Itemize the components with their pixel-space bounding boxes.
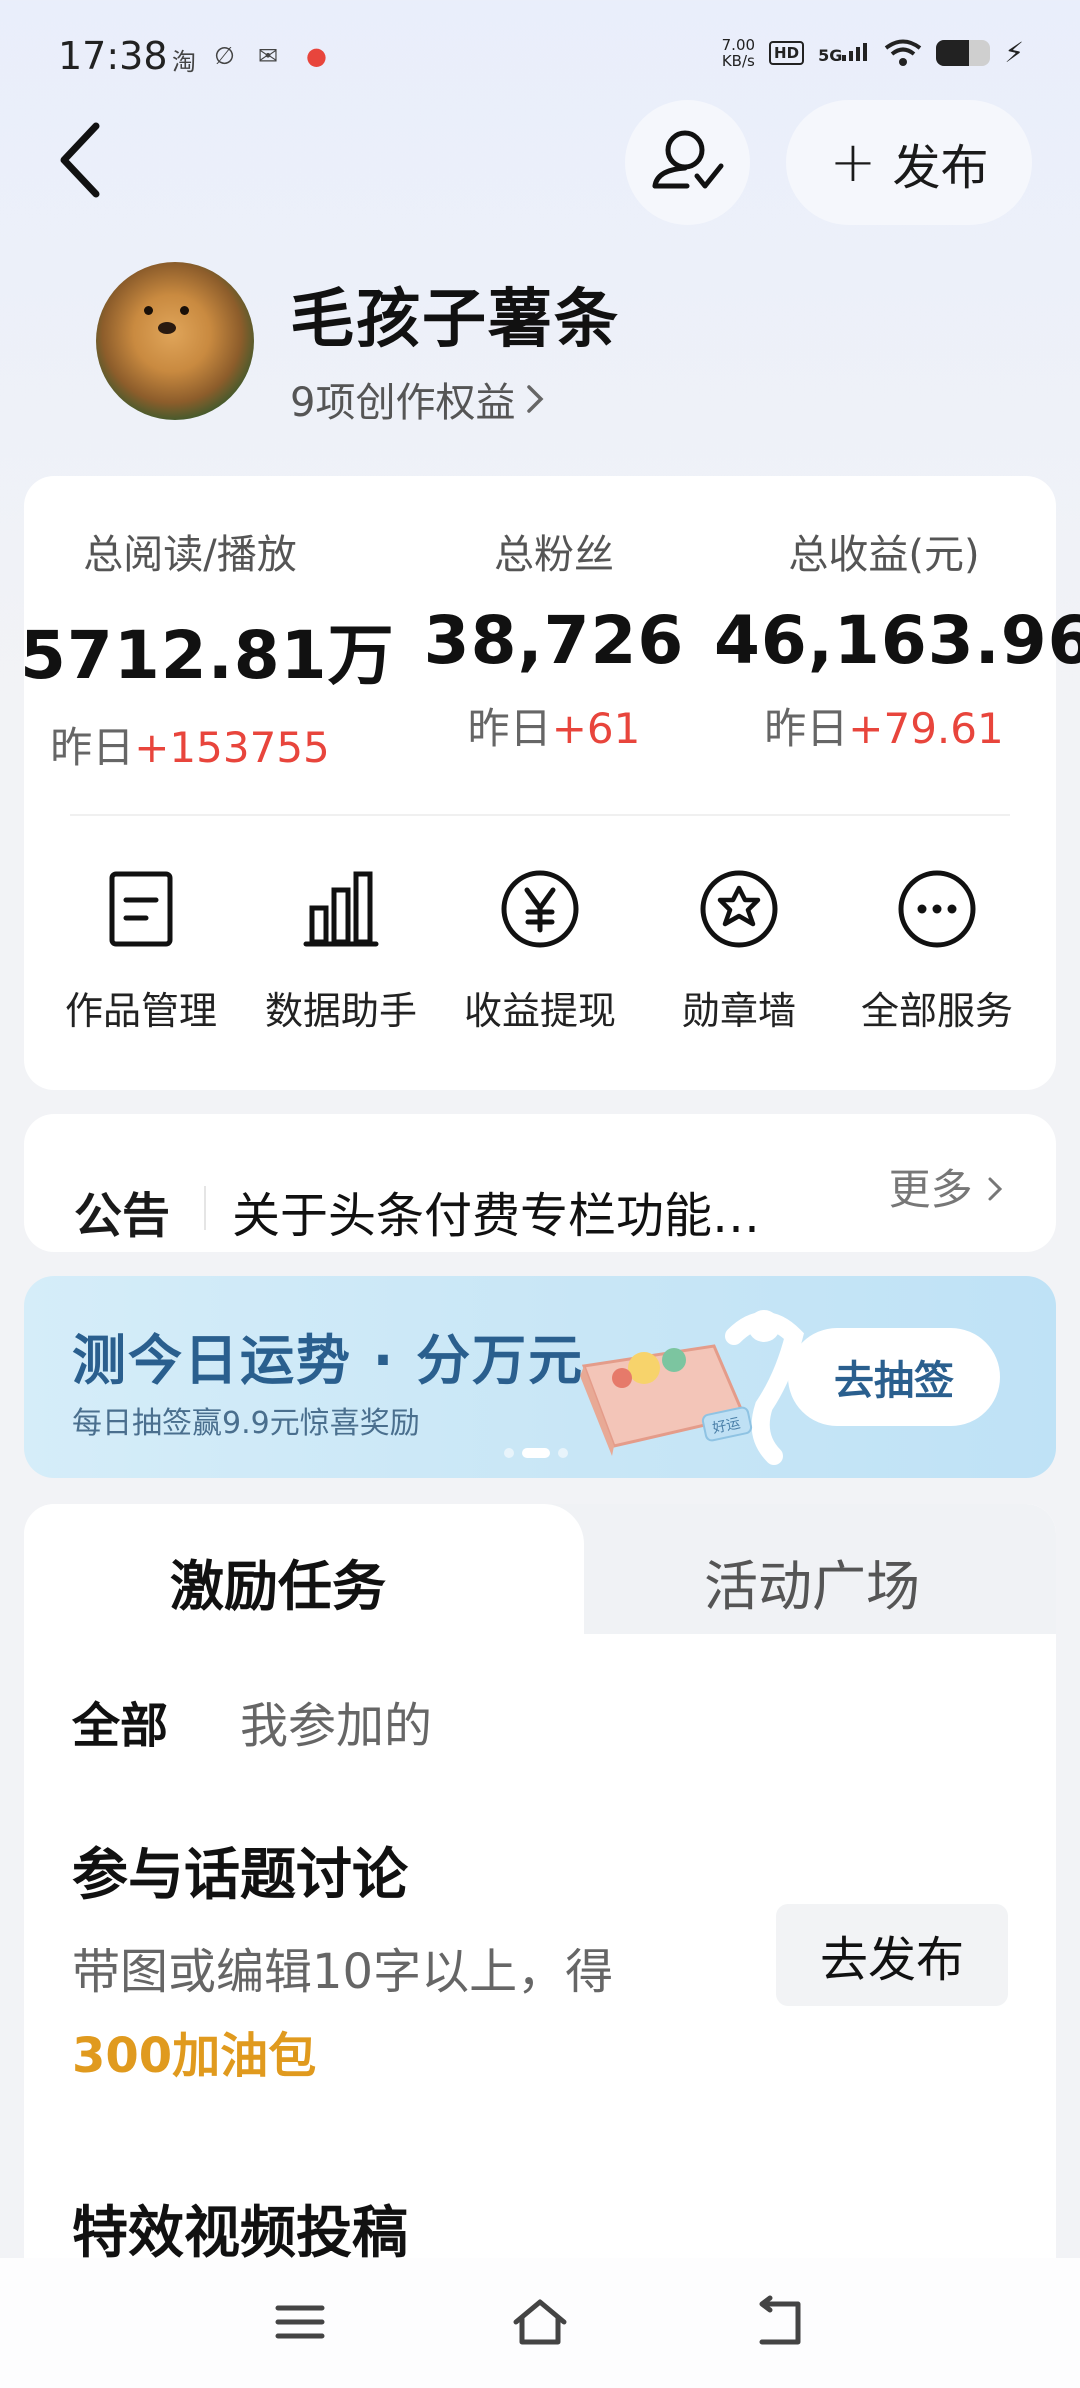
announcement-card[interactable]: 公告 关于头条付费专栏功能… 更多: [24, 1114, 1056, 1252]
menu-icon[interactable]: [270, 2292, 330, 2352]
draw-lot-button[interactable]: 去抽签: [788, 1328, 1000, 1426]
username: 毛孩子薯条: [290, 283, 620, 357]
badge-icon: [700, 870, 778, 948]
banner-title: 测今日运势 · 分万元: [72, 1329, 585, 1392]
divider: [70, 814, 1010, 816]
avatar[interactable]: [96, 262, 254, 420]
signal-5g-icon: 5G: [818, 41, 870, 65]
task-action-button[interactable]: 去发布: [776, 1904, 1008, 2006]
chevron-right-icon: [988, 1177, 1003, 1201]
tab-activity-square[interactable]: 活动广场: [704, 1542, 920, 1621]
stats-card: 总阅读/播放 5712.81万 昨日+153755 总粉丝 38,726 昨日+…: [20, 476, 1080, 1090]
home-icon[interactable]: [510, 2292, 570, 2352]
stat-total-income[interactable]: 总收益(元) 46,163.96 昨日+79.61: [714, 522, 1080, 756]
service-all-services[interactable]: 全部服务: [842, 868, 1032, 1035]
wifi-icon: [885, 39, 922, 66]
document-icon: [109, 871, 173, 947]
battery-icon: [936, 39, 991, 66]
fortune-box-illustration: 好运: [580, 1310, 804, 1465]
carousel-dot: [504, 1448, 514, 1458]
account-switch-button[interactable]: [625, 100, 750, 225]
publish-button[interactable]: + 发布: [786, 100, 1032, 225]
task-title: 参与话题讨论: [72, 1843, 408, 1908]
weibo-notification-icon: ●: [306, 42, 327, 70]
back-nav-icon[interactable]: [750, 2292, 810, 2352]
banner-subtitle: 每日抽签赢9.9元惊喜奖励: [72, 1406, 420, 1441]
carousel-indicator: [504, 1448, 568, 1458]
app-notification-icon: ∅: [214, 42, 235, 70]
more-icon: [898, 870, 976, 948]
chevron-right-icon: [527, 385, 544, 413]
filter-joined[interactable]: 我参加的: [240, 1686, 432, 1756]
back-icon[interactable]: [52, 120, 112, 200]
creator-benefits-link[interactable]: 9项创作权益: [290, 370, 547, 428]
service-works-management[interactable]: 作品管理: [46, 868, 236, 1035]
taobao-notification-icon: 淘: [172, 48, 196, 76]
service-data-assistant[interactable]: 数据助手: [246, 868, 436, 1035]
service-medal-wall[interactable]: 勋章墙: [644, 868, 834, 1035]
plus-icon: +: [829, 130, 877, 195]
tab-incentive-tasks[interactable]: 激励任务: [170, 1542, 386, 1621]
user-check-icon: [652, 130, 724, 189]
charging-icon: ⚡: [1004, 36, 1024, 69]
stat-total-reads[interactable]: 总阅读/播放 5712.81万 昨日+153755: [20, 522, 394, 775]
bar-chart-icon: [303, 871, 379, 947]
net-speed: 7.00 KB/s: [721, 35, 756, 70]
task-description: 带图或编辑10字以上，得 300加油包: [72, 1944, 614, 2084]
announcement-more-link[interactable]: 更多: [889, 1156, 1004, 1217]
yen-icon: [501, 870, 579, 948]
wechat-notification-icon: ✉: [258, 42, 279, 70]
divider: [204, 1186, 206, 1230]
announcement-label: 公告: [74, 1188, 171, 1244]
system-nav-bar: [0, 2258, 1080, 2388]
fortune-banner[interactable]: 好运 测今日运势 · 分万元 每日抽签赢9.9元惊喜奖励 去抽签: [24, 1276, 1056, 1478]
tasks-panel: 激励任务 活动广场 全部 我参加的 参与话题讨论 带图或编辑10字以上，得 30…: [24, 1504, 1056, 2388]
carousel-dot: [558, 1448, 568, 1458]
status-time: 17:38: [58, 34, 168, 78]
task-title: 特效视频投稿: [72, 2201, 408, 2266]
task-reward: 300加油包: [72, 2028, 317, 2084]
filter-all[interactable]: 全部: [72, 1686, 168, 1756]
status-bar: 17:38 淘 ∅ ✉ ● 7.00 KB/s HD 5G ⚡: [0, 0, 1080, 110]
status-indicators: 7.00 KB/s HD 5G ⚡: [722, 36, 1024, 69]
announcement-text[interactable]: 关于头条付费专栏功能…: [232, 1176, 832, 1246]
service-income-withdraw[interactable]: 收益提现: [445, 868, 635, 1035]
carousel-dot-active: [522, 1448, 550, 1458]
hd-icon: HD: [769, 40, 805, 65]
stat-total-fans[interactable]: 总粉丝 38,726 昨日+61: [404, 522, 704, 756]
